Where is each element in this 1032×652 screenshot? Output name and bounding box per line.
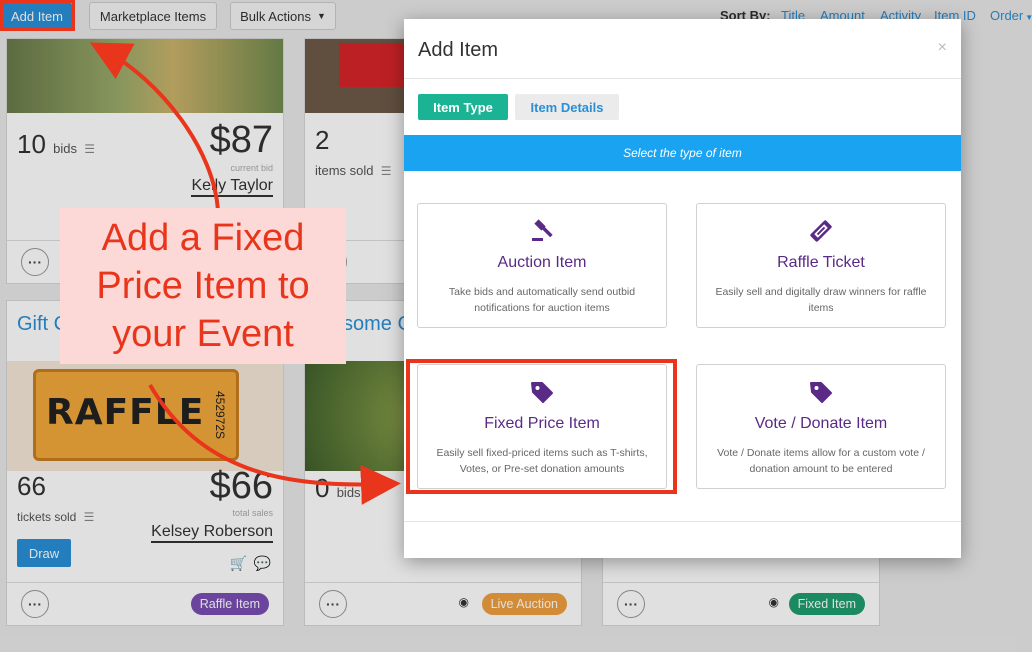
raffle-ticket-option[interactable]: Raffle Ticket Easily sell and digitally … [696, 203, 946, 328]
option-description: Vote / Donate items allow for a custom v… [717, 447, 925, 475]
callout-line: your Event [112, 313, 294, 355]
callout-line: Add a Fixed [101, 217, 305, 259]
gavel-icon [418, 218, 666, 244]
annotation-callout: Add a Fixed Price Item to your Event [60, 208, 346, 364]
tab-item-details[interactable]: Item Details [515, 94, 619, 120]
instruction-banner: Select the type of item [404, 135, 961, 171]
callout-line: Price Item to [96, 265, 310, 307]
ticket-icon [697, 218, 945, 244]
close-icon[interactable]: × [938, 39, 947, 57]
modal-header-divider [404, 78, 961, 79]
option-title: Vote / Donate Item [754, 415, 888, 432]
option-title: Auction Item [497, 254, 587, 271]
tab-item-type[interactable]: Item Type [418, 94, 508, 120]
option-description: Take bids and automatically send outbid … [448, 286, 636, 314]
vote-donate-item-option[interactable]: Vote / Donate Item Vote / Donate items a… [696, 364, 946, 489]
modal-footer-divider [404, 521, 961, 522]
auction-item-option[interactable]: Auction Item Take bids and automatically… [417, 203, 667, 328]
option-title: Raffle Ticket [777, 254, 865, 271]
modal-title: Add Item [418, 39, 499, 61]
tag-icon [697, 379, 945, 405]
option-description: Easily sell and digitally draw winners f… [715, 286, 927, 314]
fixed-price-highlight-box [406, 359, 677, 494]
add-item-highlight-box [0, 0, 75, 31]
